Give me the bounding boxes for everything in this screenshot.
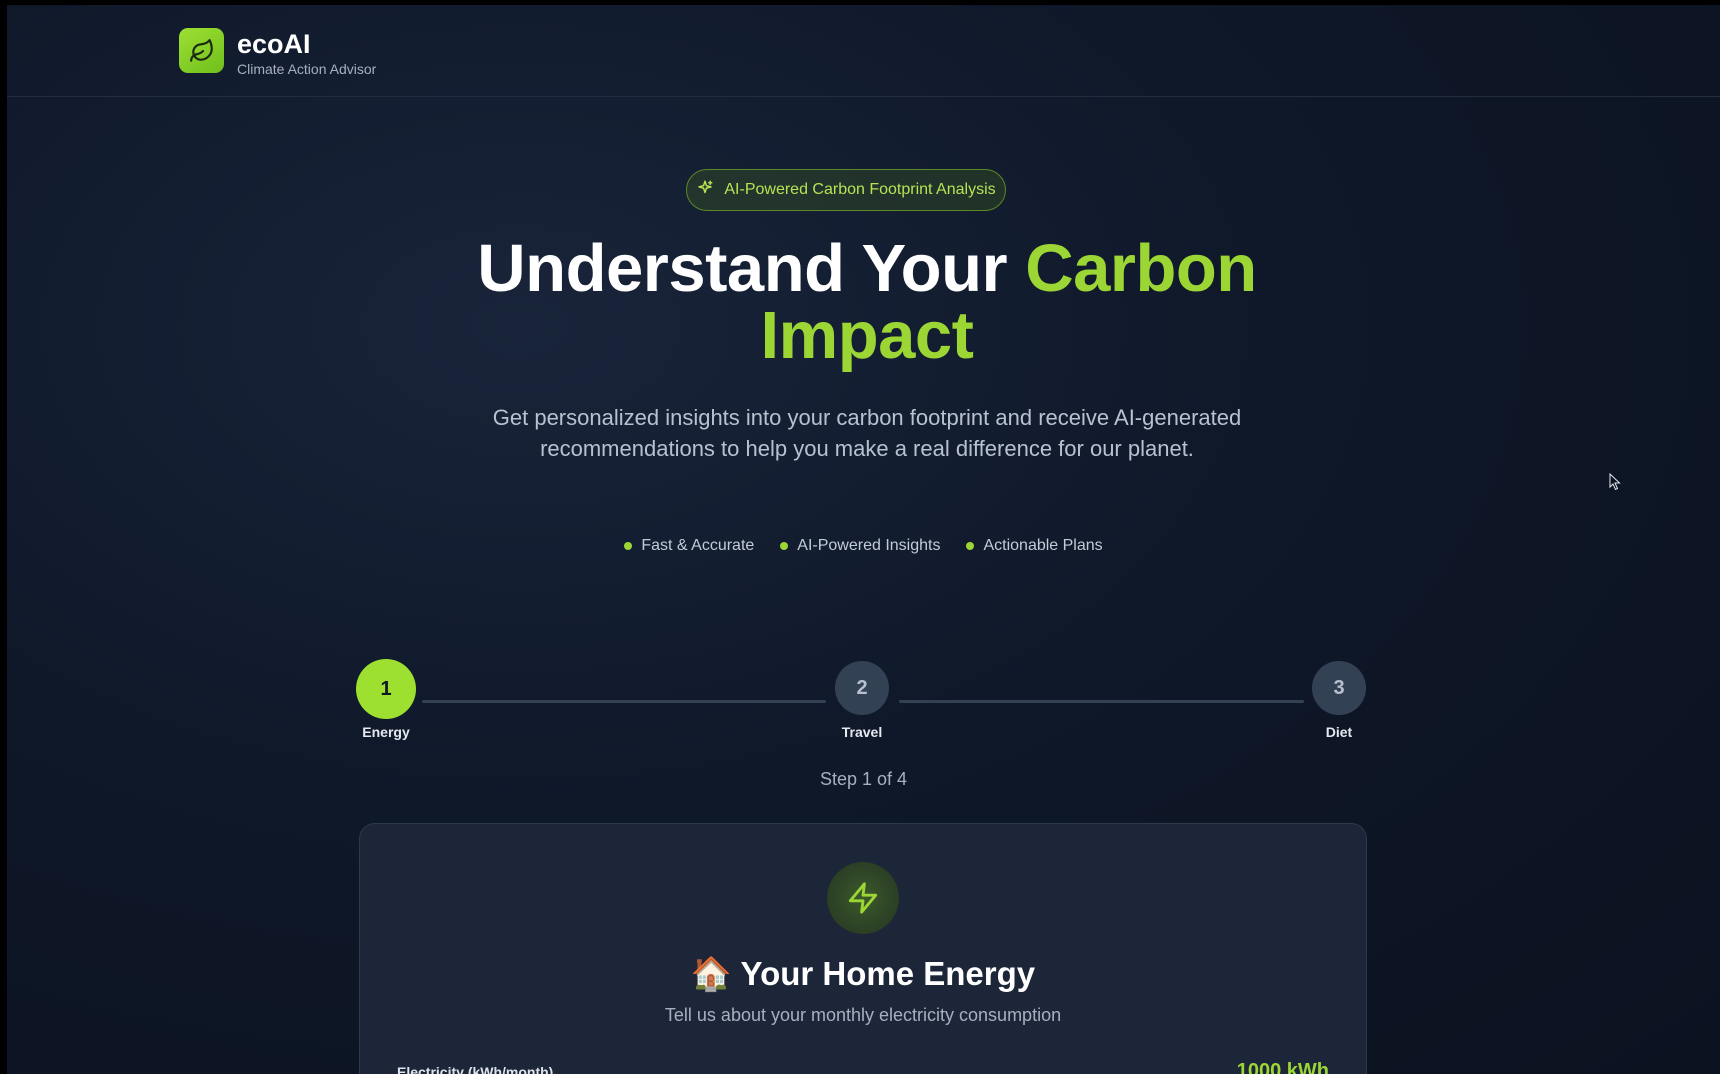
hero-description: Get personalized insights into your carb… — [492, 405, 1242, 461]
feature-label: AI-Powered Insights — [797, 537, 941, 554]
hero-badge: AI-Powered Carbon Footprint Analysis — [686, 169, 1006, 211]
leaf-icon[interactable] — [179, 28, 224, 73]
hero-title-part1: Understand Your — [477, 231, 1026, 306]
energy-card: 🏠 Your Home Energy Tell us about your mo… — [359, 823, 1367, 1074]
badge-text: AI-Powered Carbon Footprint Analysis — [724, 181, 996, 198]
step-counter: Step 1 of 4 — [819, 769, 908, 789]
header: ecoAI Climate Action Advisor — [7, 5, 1720, 97]
feature-label: Actionable Plans — [983, 537, 1103, 554]
feature-list: Fast & Accurate AI-Powered Insights Acti… — [7, 537, 1720, 555]
card-title: 🏠 Your Home Energy — [690, 955, 1036, 992]
step-1-circle[interactable]: 1 — [356, 659, 416, 719]
card-subtitle: Tell us about your monthly electricity c… — [664, 1005, 1062, 1025]
step-2-circle[interactable]: 2 — [835, 661, 889, 715]
brand-name[interactable]: ecoAI — [237, 29, 311, 60]
bullet-dot-icon — [624, 542, 633, 550]
feature-label: Fast & Accurate — [641, 537, 755, 554]
lightning-bolt-icon — [827, 862, 899, 934]
feature-item: Actionable Plans — [966, 537, 1103, 555]
electricity-field-label: Electricity (kWh/month) — [397, 1064, 554, 1074]
step-3-label: Diet — [1325, 724, 1353, 740]
bullet-dot-icon — [966, 542, 975, 550]
step-1-label: Energy — [362, 724, 410, 740]
sparkles-icon — [696, 179, 714, 202]
app-window: ecoAI Climate Action Advisor AI-Powered … — [7, 5, 1720, 1074]
hero-title: Understand Your Carbon Impact — [307, 235, 1427, 369]
brand-subtitle: Climate Action Advisor — [237, 61, 377, 77]
electricity-field-value: 1000 kWh — [1236, 1060, 1329, 1074]
feature-item: Fast & Accurate — [624, 537, 754, 555]
mouse-cursor-icon — [1609, 472, 1621, 496]
step-2-label: Travel — [841, 724, 883, 740]
bullet-dot-icon — [780, 542, 789, 550]
step-connector — [899, 700, 1304, 703]
hero-title-accent-1: Carbon — [1025, 231, 1257, 306]
step-3-circle[interactable]: 3 — [1312, 661, 1366, 715]
feature-item: AI-Powered Insights — [780, 537, 940, 555]
step-connector — [422, 700, 826, 703]
hero-title-accent-2: Impact — [760, 298, 974, 373]
